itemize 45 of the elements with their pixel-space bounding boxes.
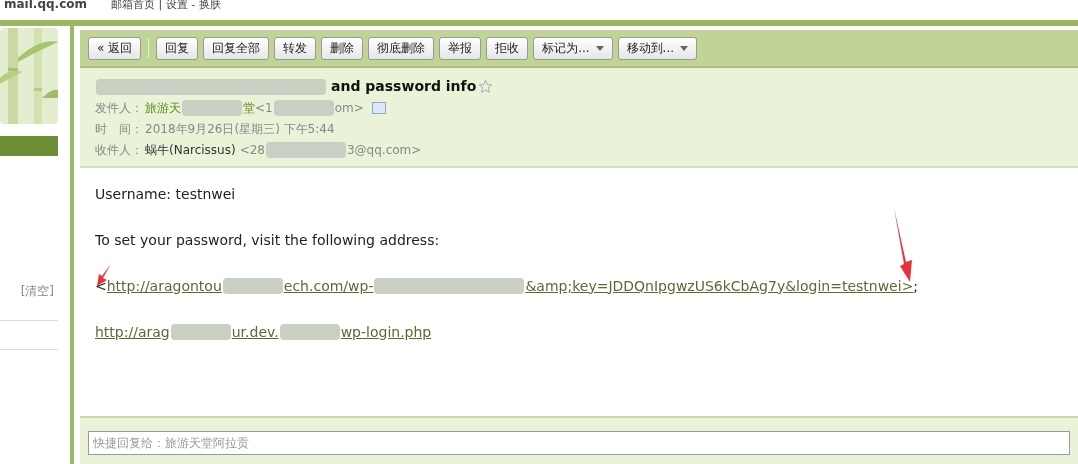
- link[interactable]: http://aragontou: [106, 275, 222, 297]
- text: om>: [334, 100, 364, 117]
- toolbar-button[interactable]: 删除: [321, 36, 364, 60]
- toolbar-button[interactable]: 彻底删除: [368, 36, 435, 60]
- caret-icon: [680, 45, 689, 51]
- dropdown-button[interactable]: 标记为...: [533, 36, 613, 60]
- sender-name[interactable]: 堂: [243, 99, 255, 117]
- link[interactable]: http://arag: [95, 321, 170, 343]
- toolbar-button[interactable]: 回复: [156, 36, 199, 60]
- field-label: 收件人：: [95, 142, 143, 159]
- clear-link[interactable]: [清空]: [20, 282, 54, 300]
- blurred-text: [170, 324, 231, 340]
- field-label: 时 间：: [95, 121, 143, 138]
- dropdown-button[interactable]: 移动到...: [617, 36, 698, 60]
- link[interactable]: ur.dev.: [231, 321, 279, 343]
- link[interactable]: &amp;key=JDDQnIpgwzUS6kCbAg7y&login=testnwei>: [525, 275, 914, 297]
- contact-card-icon[interactable]: [371, 102, 386, 114]
- star-icon[interactable]: [478, 79, 494, 94]
- text: 3@qq.com>: [347, 142, 422, 159]
- blurred-text: [182, 100, 242, 116]
- toolbar-button[interactable]: « 返回: [88, 36, 142, 60]
- text: 2018年9月26日(星期三) 下午5:44: [145, 121, 335, 138]
- text: ;: [913, 276, 919, 296]
- link[interactable]: ech.com/wp-: [283, 275, 374, 297]
- blurred-text: [273, 100, 334, 116]
- recipient-name: 蜗牛(Narcissus): [145, 142, 236, 159]
- blurred-text: [222, 278, 283, 294]
- text: Username: testnwei: [95, 184, 236, 204]
- toolbar-button[interactable]: 回复全部: [203, 36, 270, 60]
- text: To set your password, visit the following address:: [95, 230, 440, 250]
- arrow-icon: [892, 208, 914, 282]
- text: <: [95, 276, 107, 296]
- text: <1: [255, 100, 273, 117]
- sender-name[interactable]: 旅游天: [145, 99, 181, 117]
- quick-reply-field[interactable]: 快捷回复给：旅游天堂阿拉贡: [88, 431, 1070, 455]
- toolbar-button[interactable]: 转发: [274, 36, 317, 60]
- toolbar-button[interactable]: 拒收: [486, 36, 529, 60]
- subject: and password info: [331, 77, 477, 96]
- folder-bar: [0, 136, 58, 156]
- toolbar-button[interactable]: 举报: [439, 36, 482, 60]
- text: <28: [239, 142, 265, 159]
- field-label: 发件人：: [95, 100, 143, 117]
- link[interactable]: wp-login.php: [340, 321, 432, 343]
- blurred-text: [279, 324, 340, 340]
- caret-icon: [595, 45, 604, 51]
